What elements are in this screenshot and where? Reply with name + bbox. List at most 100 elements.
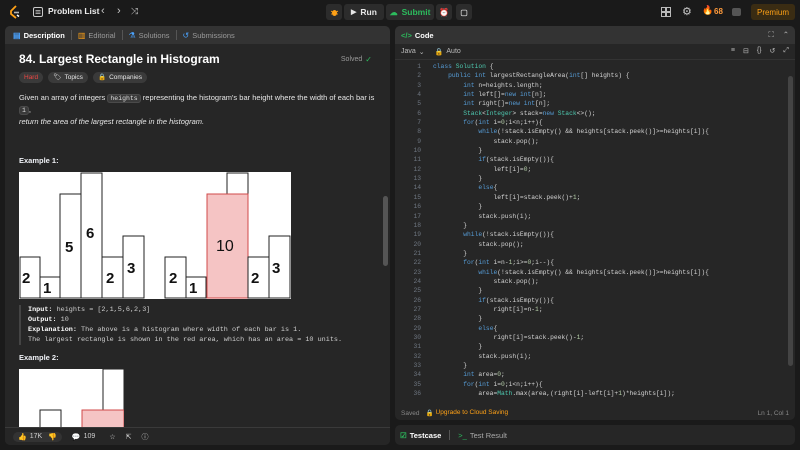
line-number: 14 [413, 184, 421, 192]
problem-list-link[interactable]: Problem List [48, 6, 99, 16]
tab-solutions[interactable]: ⚗ Solutions [123, 26, 176, 44]
notes-button[interactable]: ▢ [456, 4, 472, 20]
line-number: 8 [417, 128, 421, 136]
line-number: 7 [417, 119, 421, 127]
code-line: 6 Stack<Integer> stack=new Stack<>(); [395, 109, 795, 118]
language-select[interactable]: Java ⌄ [401, 48, 425, 56]
bookmark-icon[interactable]: ⊟ [743, 47, 749, 55]
reset-icon[interactable]: ↺ [770, 47, 776, 55]
code-line: 28 } [395, 314, 795, 323]
chevron-left-icon[interactable]: ‹ [101, 5, 105, 17]
braces-icon[interactable]: {} [757, 47, 762, 55]
upgrade-link[interactable]: 🔒 Upgrade to Cloud Saving [425, 409, 508, 417]
code-line: 34 int area=0; [395, 370, 795, 379]
avatar[interactable] [732, 8, 741, 16]
code-line: 10 } [395, 146, 795, 155]
code-text: Stack<Integer> stack=new Stack<>(); [463, 109, 596, 117]
bar-label: 1 [43, 280, 51, 297]
like-button[interactable]: 👍 17K 👎 [13, 431, 62, 442]
code-text: stack.push(i); [433, 212, 532, 220]
code-line: 2 public int largestRectangleArea(int[] … [395, 71, 795, 80]
cloud-upload-icon: ☁ [389, 7, 398, 17]
gear-icon[interactable]: ⚙ [682, 5, 692, 18]
code-text: } [433, 362, 468, 369]
example-2-heading: Example 2: [19, 353, 59, 362]
collapse-icon[interactable]: ⌃ [783, 30, 789, 40]
code-line: 19 while(!stack.isEmpty()){ [395, 230, 795, 239]
code-line: 16 } [395, 202, 795, 211]
bar-label: 2 [251, 270, 259, 287]
line-number: 24 [413, 277, 421, 285]
lock-icon: 🔒 [434, 48, 444, 56]
code-text: int left[]=new int[n]; [463, 91, 547, 99]
code-text: left[i]=stack.peek()+1; [433, 193, 581, 201]
companies-pill[interactable]: 🔒 Companies [92, 72, 147, 83]
tab-editorial[interactable]: ▥ Editorial [72, 26, 122, 44]
line-number: 5 [417, 100, 421, 108]
maximize-icon[interactable]: ⛶ [768, 30, 773, 40]
problem-list-icon[interactable] [33, 7, 43, 17]
code-text: stack.pop(); [433, 137, 539, 145]
star-icon[interactable]: ☆ [109, 433, 115, 441]
code-editor[interactable]: 1 class Solution {2 public int largestRec… [395, 62, 795, 414]
run-button[interactable]: ▶ Run [344, 4, 384, 20]
tag-icon: 🏷 [53, 74, 62, 81]
flask-icon: ⚗ [128, 30, 136, 40]
line-number: 21 [413, 249, 421, 257]
layout-icon[interactable] [661, 7, 671, 17]
code-text: int right[]=new int[n]; [463, 100, 551, 108]
line-number: 13 [413, 175, 421, 183]
chevron-right-icon[interactable]: › [117, 5, 121, 17]
code-text: if(stack.isEmpty()){ [478, 296, 554, 304]
format-icon[interactable]: ≡ [731, 47, 735, 55]
code-brackets-icon: </> [401, 30, 412, 40]
line-number: 31 [413, 343, 421, 351]
line-number: 10 [413, 147, 421, 155]
share-icon[interactable]: ⇱ [126, 433, 132, 441]
debug-button[interactable] [326, 4, 342, 20]
premium-button[interactable]: Premium [751, 4, 795, 20]
logo-icon[interactable] [8, 5, 22, 19]
bar-label: 6 [86, 225, 94, 242]
shuffle-icon[interactable]: ⤨ [131, 6, 138, 17]
play-icon: ▶ [351, 9, 357, 16]
code-text: stack.pop(); [433, 240, 524, 248]
line-number: 4 [417, 91, 421, 99]
line-number: 23 [413, 268, 421, 276]
code-line: 18 } [395, 221, 795, 230]
code-line: 23 while(!stack.isEmpty() && heights[sta… [395, 268, 795, 277]
example-1-heading: Example 1: [19, 156, 59, 165]
line-number: 27 [413, 305, 421, 313]
code-line: 3 int n=heights.length; [395, 81, 795, 90]
histogram-example-1: 2 1 5 6 2 3 2 1 10 2 3 [19, 172, 291, 299]
line-number: 32 [413, 352, 421, 360]
line-number: 22 [413, 259, 421, 267]
auto-toggle[interactable]: 🔒 Auto [435, 48, 461, 56]
tab-description[interactable]: ▤ Description [11, 26, 71, 44]
tab-test-result[interactable]: >_ Test Result [458, 431, 507, 440]
streak-fire-icon[interactable]: 🔥 [702, 5, 713, 16]
thumbs-down-icon[interactable]: 👎 [48, 433, 57, 441]
timer-button[interactable]: ⏰ [436, 4, 452, 20]
submit-button[interactable]: ☁ Submit [386, 4, 434, 20]
alarm-clock-icon: ⏰ [439, 7, 449, 17]
line-number: 18 [413, 221, 421, 229]
tab-submissions[interactable]: ↺ Submissions [177, 26, 241, 44]
code-text: } [433, 203, 483, 211]
code-text: for(int i=0;i<n;i++){ [463, 380, 543, 388]
topics-pill[interactable]: 🏷 Topics [48, 72, 88, 83]
bar-label: 1 [189, 280, 197, 297]
code-line: 26 if(stack.isEmpty()){ [395, 296, 795, 305]
scrollbar[interactable] [788, 76, 793, 366]
tab-divider [449, 430, 451, 440]
description-content: 84. Largest Rectangle in Histogram Solve… [5, 44, 390, 437]
expand-icon[interactable]: ⤢ [783, 47, 789, 55]
scrollbar[interactable] [383, 196, 388, 266]
tab-testcase[interactable]: ☑ Testcase [400, 431, 441, 440]
bar-label: 2 [169, 270, 177, 287]
code-text: } [433, 343, 483, 351]
help-icon[interactable]: ⓘ [141, 432, 148, 442]
problem-title[interactable]: 84. Largest Rectangle in Histogram [19, 53, 220, 65]
comments-button[interactable]: 💬 109 [72, 433, 95, 441]
code-text: } [433, 287, 483, 295]
